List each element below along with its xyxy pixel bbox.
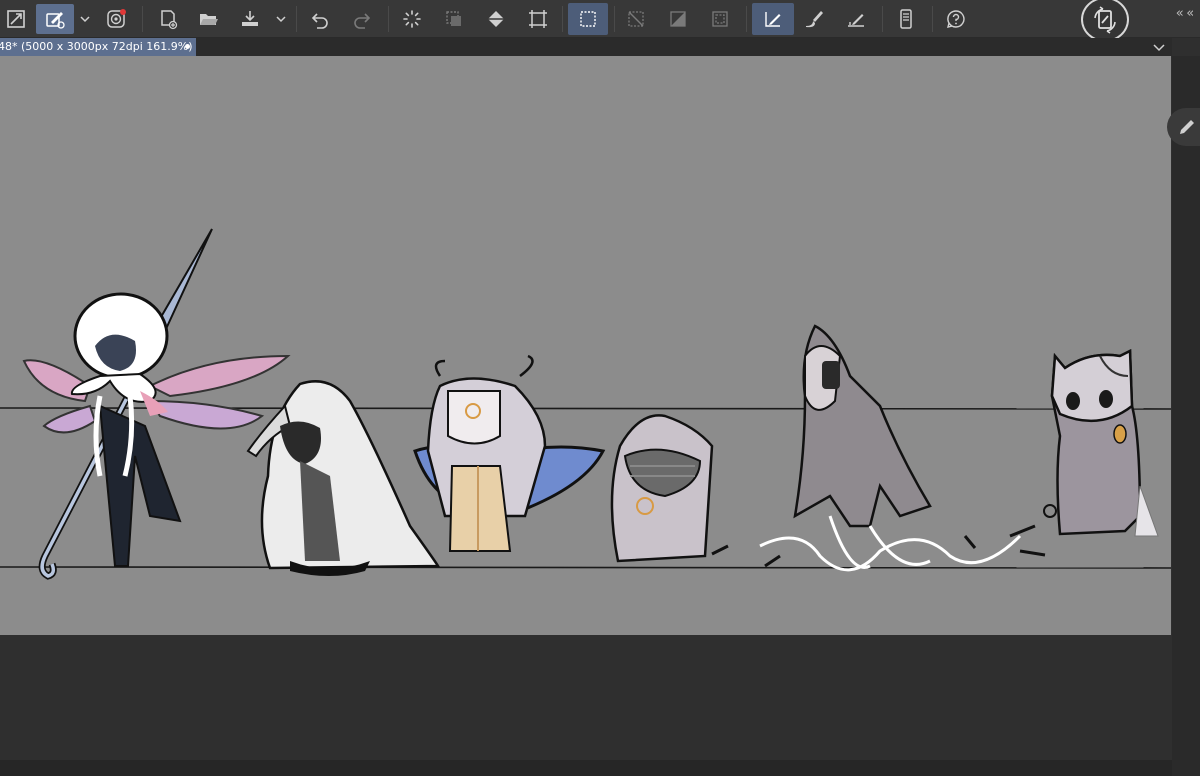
companion-mode-button[interactable] — [1081, 0, 1129, 42]
device-sync-icon — [1094, 5, 1116, 34]
command-bar: « « — [0, 0, 1200, 42]
brush-button[interactable] — [798, 4, 830, 34]
undo-icon — [311, 13, 328, 29]
invert-selection-button[interactable] — [662, 4, 694, 34]
character-hooded-bandaged — [610, 414, 714, 563]
new-file-icon — [161, 10, 178, 30]
spiral-app-button[interactable] — [100, 4, 132, 34]
document-tab[interactable]: 48* (5000 x 3000px 72dpi 161.9%) — [0, 38, 196, 56]
character-tattered-needles — [711, 324, 1046, 572]
selection-border-icon — [712, 11, 728, 27]
character-veiled-figure — [246, 380, 441, 576]
toolbar-separator — [142, 6, 143, 32]
crop-button[interactable] — [522, 4, 554, 34]
pen-settings-dropdown[interactable] — [78, 10, 92, 28]
new-file-button[interactable] — [152, 4, 184, 34]
open-folder-icon — [200, 14, 218, 25]
save-button[interactable] — [234, 4, 266, 34]
pen-panel-toggle[interactable] — [1167, 108, 1200, 146]
selection-layer-icon — [446, 11, 461, 26]
smartphone-button[interactable] — [890, 4, 922, 34]
dropdown-chevron-icon — [276, 16, 286, 23]
toolbar-separator — [388, 6, 389, 32]
clear-selection-icon — [628, 11, 644, 27]
angle-ruler-button[interactable] — [840, 4, 872, 34]
pen-settings-icon — [46, 12, 65, 29]
dropdown-chevron-icon — [80, 16, 90, 23]
character-butterfly-mask — [413, 354, 606, 552]
app-window: « « 48* (5000 x 3000px 72dpi 161.9%) — [0, 0, 1200, 776]
tab-modified-icon[interactable] — [185, 44, 190, 49]
redo-button[interactable] — [346, 4, 378, 34]
drawing-canvas[interactable] — [0, 56, 1171, 635]
tab-list-chevron-icon[interactable] — [1152, 40, 1166, 54]
toolbar-separator — [746, 6, 747, 32]
status-strip — [0, 760, 1172, 776]
help-button[interactable] — [940, 4, 972, 34]
help-icon — [947, 10, 965, 28]
selection-layer-button[interactable] — [438, 4, 470, 34]
clear-selection-button[interactable] — [620, 4, 652, 34]
selection-rect-icon — [580, 11, 596, 27]
save-dropdown[interactable] — [274, 10, 288, 28]
transform-button[interactable] — [396, 4, 428, 34]
pencil-icon — [1180, 120, 1194, 134]
fill-button[interactable] — [480, 4, 512, 34]
document-tab-bar: 48* (5000 x 3000px 72dpi 161.9%) — [0, 38, 1172, 56]
angle-ruler-icon — [848, 14, 864, 27]
guide-line-bottom — [0, 566, 1171, 569]
toolbar-separator — [614, 6, 615, 32]
toolbar-separator — [562, 6, 563, 32]
character-cat-mask — [1043, 349, 1159, 537]
toolbar-separator — [932, 6, 933, 32]
fit-canvas-icon — [7, 10, 25, 28]
save-tray-icon — [242, 11, 258, 26]
smartphone-icon — [900, 9, 912, 29]
selection-rect-button[interactable] — [568, 3, 608, 35]
side-panel-strip — [1172, 56, 1200, 776]
ruler-pen-icon — [765, 12, 781, 27]
invert-selection-icon — [670, 11, 686, 27]
spiral-app-icon — [107, 9, 126, 28]
redo-icon — [354, 13, 371, 29]
crop-icon — [529, 10, 547, 28]
toolbar-separator — [296, 6, 297, 32]
fit-canvas-button[interactable] — [0, 4, 32, 34]
document-tab-title: 48* (5000 x 3000px 72dpi 161.9%) — [0, 40, 193, 53]
open-folder-button[interactable] — [192, 4, 224, 34]
character-dragonfly-knight — [22, 228, 291, 580]
undo-button[interactable] — [304, 4, 336, 34]
brush-icon — [806, 11, 823, 28]
ruler-pen-button[interactable] — [752, 3, 794, 35]
selection-border-button[interactable] — [704, 4, 736, 34]
artwork — [0, 228, 1171, 580]
pen-settings-button[interactable] — [36, 4, 74, 34]
collapse-panel-icon[interactable]: « « — [1170, 6, 1200, 26]
fill-bucket-icon — [488, 11, 504, 27]
transform-busy-icon — [403, 10, 421, 28]
toolbar-separator — [882, 6, 883, 32]
canvas-workspace[interactable] — [0, 56, 1172, 760]
